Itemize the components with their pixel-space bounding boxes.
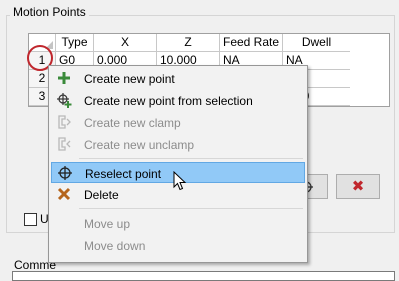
- unclamp-icon: [56, 136, 72, 152]
- menu-item-label: Create new point from selection: [84, 94, 253, 108]
- grid-header-row: Type X Z Feed Rate Dwell: [29, 34, 389, 52]
- menu-item-label: Create new point: [84, 72, 175, 86]
- menu-separator: [79, 158, 303, 159]
- menu-item-label: Move down: [84, 239, 146, 253]
- menu-item-label: Move up: [84, 217, 131, 231]
- menu-separator: [79, 208, 303, 209]
- menu-item-label: Create new clamp: [84, 116, 181, 130]
- col-header-feed-rate[interactable]: Feed Rate: [220, 34, 283, 52]
- context-menu: Create new point Create new point from s…: [48, 65, 308, 263]
- menu-item-label: Reselect point: [85, 167, 162, 181]
- delete-point-button[interactable]: ✖: [336, 174, 380, 199]
- menu-item-create-new-point-from-selection[interactable]: Create new point from selection: [51, 90, 305, 111]
- col-header-type[interactable]: Type: [56, 34, 94, 52]
- menu-item-move-up: Move up: [51, 213, 305, 234]
- menu-item-label: Create new unclamp: [84, 138, 195, 152]
- menu-item-create-new-unclamp: Create new unclamp: [51, 134, 305, 155]
- clamp-icon: [56, 114, 72, 130]
- delete-x-icon: ✖: [351, 178, 365, 195]
- col-header-dwell[interactable]: Dwell: [283, 34, 350, 52]
- menu-item-create-new-point[interactable]: Create new point: [51, 68, 305, 89]
- crosshair-plus-icon: [56, 92, 72, 108]
- menu-item-move-down: Move down: [51, 235, 305, 256]
- plus-icon: [56, 70, 72, 86]
- comments-field[interactable]: [12, 271, 395, 281]
- option-checkbox[interactable]: [24, 213, 37, 226]
- mouse-pointer-icon: [173, 171, 187, 191]
- crosshair-icon: [57, 165, 73, 181]
- motion-points-title: Motion Points: [10, 5, 89, 19]
- col-header-x[interactable]: X: [94, 34, 157, 52]
- menu-item-label: Delete: [84, 188, 119, 202]
- menu-item-create-new-clamp: Create new clamp: [51, 112, 305, 133]
- col-header-z[interactable]: Z: [157, 34, 220, 52]
- delete-x-icon: [56, 186, 72, 202]
